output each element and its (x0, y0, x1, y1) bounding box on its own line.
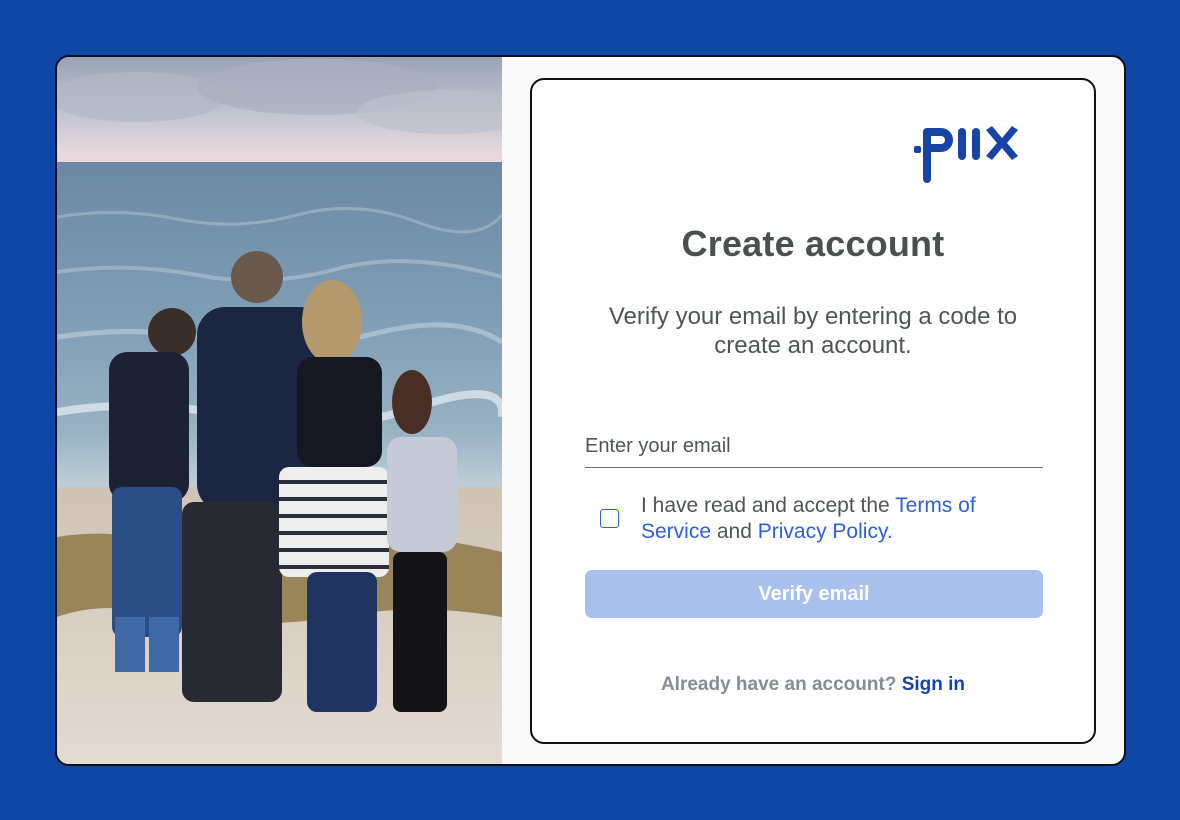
signin-prompt: Already have an account? (660, 674, 897, 695)
consent-suffix: . (886, 520, 893, 543)
sign-in-link[interactable]: Sign in (902, 674, 965, 695)
hero-photo (57, 57, 502, 764)
consent-middle: and (711, 520, 758, 543)
privacy-policy-link[interactable]: Privacy Policy (758, 520, 887, 543)
consent-prefix: I have read and accept the (641, 494, 896, 517)
email-input[interactable] (585, 426, 1043, 468)
signup-card: Create account Verify your email by ente… (530, 78, 1096, 744)
page-title: Create account (681, 223, 945, 264)
family-beach-image (57, 57, 502, 764)
page-subtitle: Verify your email by entering a code to … (608, 303, 1018, 359)
signup-window: Create account Verify your email by ente… (55, 55, 1126, 766)
signin-prompt-row: Already have an account? Sign in (532, 674, 1094, 696)
piix-logo (914, 126, 1018, 183)
consent-text: I have read and accept the Terms of Serv… (641, 493, 1031, 545)
verify-email-button[interactable]: Verify email (585, 570, 1043, 618)
terms-checkbox[interactable] (600, 509, 619, 528)
